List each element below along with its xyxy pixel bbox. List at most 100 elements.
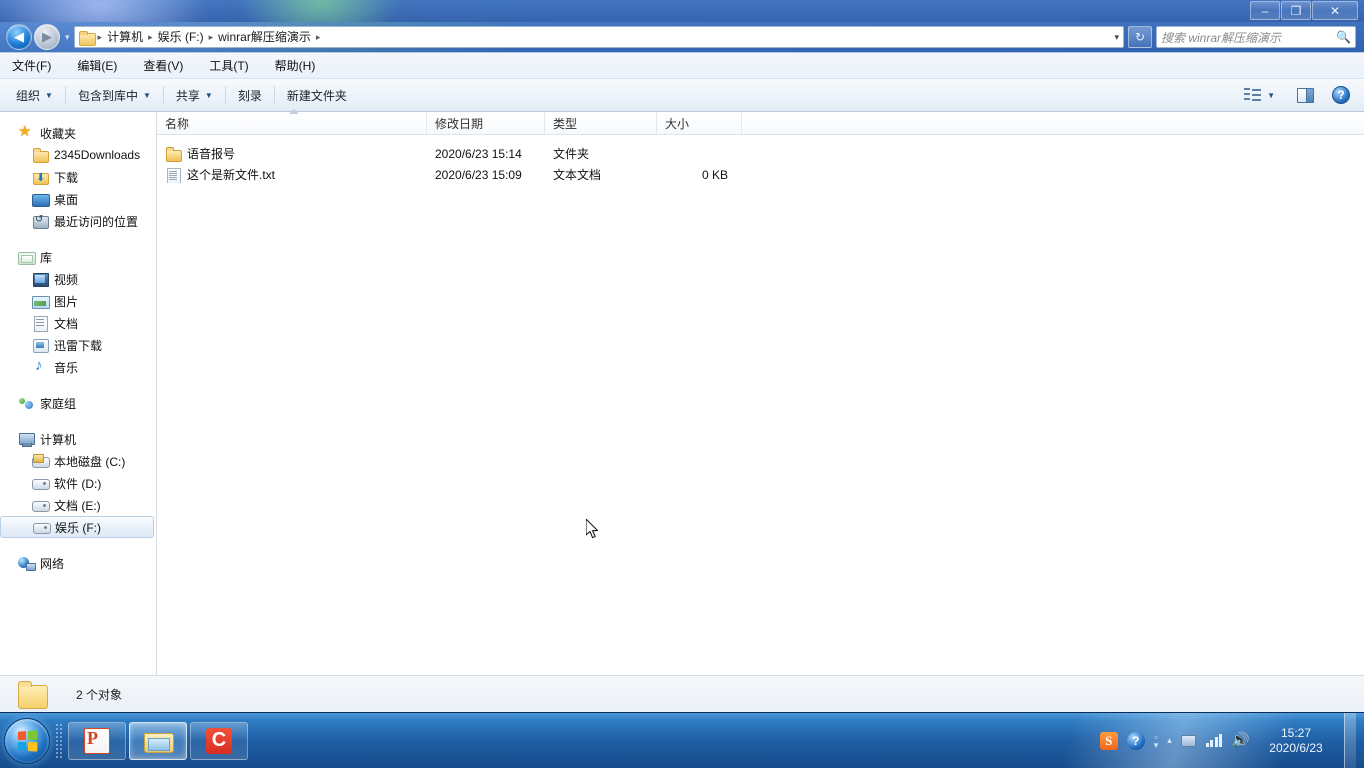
file-type-cell: 文件夹 <box>553 147 590 161</box>
file-size-cell: 0 KB <box>701 167 728 182</box>
ime-extra-icon[interactable]: ▫ ▾ <box>1154 732 1159 749</box>
sidebar-group-network[interactable]: 网络 <box>0 552 156 574</box>
sidebar-item-downloads[interactable]: 下载 <box>0 166 156 188</box>
sidebar-item-desktop[interactable]: 桌面 <box>0 188 156 210</box>
search-input[interactable]: 搜索 winrar解压缩演示 🔍 <box>1156 26 1356 48</box>
system-drive-icon <box>32 453 50 469</box>
help-icon[interactable]: ? <box>1126 731 1145 750</box>
sidebar-item-recent-places[interactable]: 最近访问的位置 <box>0 210 156 232</box>
breadcrumb[interactable]: ▸ 计算机 ▸ 娱乐 (F:) ▸ winrar解压缩演示 ▸ ▾ <box>73 26 1124 48</box>
file-name-cell[interactable]: 语音报号 <box>157 145 427 162</box>
taskbar-button-camtasia[interactable]: C <box>190 721 248 760</box>
sidebar-item-label: 音乐 <box>54 360 79 375</box>
menu-edit[interactable]: 编辑(E) <box>73 55 121 76</box>
file-list-pane[interactable]: 名称 修改日期 类型 大小 语音报号 2020/6/23 15:14 文件夹 这… <box>157 109 1364 675</box>
chevron-down-icon: ▼ <box>204 90 213 100</box>
sidebar-group-computer[interactable]: 计算机 <box>0 428 156 450</box>
sidebar-item-videos[interactable]: 视频 <box>0 268 156 290</box>
explorer-icon <box>144 729 174 753</box>
sidebar-item-drive-d[interactable]: 软件 (D:) <box>0 472 156 494</box>
help-icon[interactable]: ? <box>1332 86 1350 104</box>
network-tray-icon[interactable] <box>1180 733 1197 748</box>
start-orb[interactable] <box>4 717 50 764</box>
list-view-icon[interactable] <box>1244 88 1262 102</box>
forward-button[interactable]: ▶ <box>34 24 60 50</box>
clock-date: 2020/6/23 <box>1269 740 1323 755</box>
breadcrumb-item-folder[interactable]: winrar解压缩演示 <box>214 27 315 47</box>
sidebar-group-label: 库 <box>40 250 53 265</box>
homegroup-icon <box>18 395 34 411</box>
clock[interactable]: 15:27 2020/6/23 <box>1259 726 1329 756</box>
sidebar-item-drive-f[interactable]: 娱乐 (F:) <box>0 516 154 538</box>
sidebar-item-documents[interactable]: 文档 <box>0 312 156 334</box>
refresh-button[interactable]: ↻ <box>1128 26 1152 48</box>
recent-locations-chevron-icon[interactable]: ▾ <box>65 32 70 43</box>
column-header-name[interactable]: 名称 <box>157 109 427 134</box>
menu-tools[interactable]: 工具(T) <box>205 55 252 76</box>
sidebar-group-homegroup[interactable]: 家庭组 <box>0 392 156 414</box>
close-button[interactable]: ✕ <box>1312 1 1358 20</box>
volume-icon[interactable]: 🔊 <box>1231 733 1250 748</box>
sidebar-item-label: 视频 <box>54 272 79 287</box>
taskbar: C S ? ▫▾ ▴ 🔊 15:27 2020/6/23 <box>0 712 1364 768</box>
powerpoint-icon <box>84 727 110 754</box>
menu-file[interactable]: 文件(F) <box>8 55 55 76</box>
chevron-down-icon[interactable]: ▼ <box>1267 91 1275 100</box>
column-header-size[interactable]: 大小 <box>657 112 742 134</box>
file-type-cell: 文本文档 <box>553 168 602 182</box>
back-button[interactable]: ◀ <box>6 24 32 50</box>
sort-ascending-icon <box>289 109 299 114</box>
preview-pane-icon[interactable] <box>1297 87 1314 103</box>
show-desktop-button[interactable] <box>1344 712 1356 768</box>
xunlei-icon <box>32 337 49 353</box>
sidebar-group-favorites[interactable]: 收藏夹 <box>0 122 156 144</box>
menu-help[interactable]: 帮助(H) <box>271 55 320 76</box>
burn-button[interactable]: 刻录 <box>228 84 272 107</box>
taskbar-button-powerpoint[interactable] <box>68 721 126 760</box>
chevron-down-icon[interactable]: ▾ <box>1114 32 1119 43</box>
include-in-library-button[interactable]: 包含到库中 ▼ <box>68 84 161 107</box>
command-bar-right-group: ▼ ? <box>1244 86 1358 104</box>
organize-label: 组织 <box>16 88 41 103</box>
sidebar-item-drive-e[interactable]: 文档 (E:) <box>0 494 156 516</box>
taskbar-button-explorer[interactable] <box>129 721 187 760</box>
text-file-icon <box>165 167 181 183</box>
sidebar-item-2345downloads[interactable]: 2345Downloads <box>0 144 156 166</box>
windows-logo-icon <box>17 729 38 752</box>
show-hidden-icons-icon[interactable]: ▴ <box>1167 735 1172 746</box>
signal-bars-icon[interactable] <box>1205 734 1223 747</box>
window-body: 收藏夹 2345Downloads 下载 桌面 最近访问的位置 库 <box>0 109 1364 675</box>
file-name: 语音报号 <box>187 147 236 161</box>
table-row[interactable]: 这个是新文件.txt 2020/6/23 15:09 文本文档 0 KB <box>157 164 1364 185</box>
sidebar-item-pictures[interactable]: 图片 <box>0 290 156 312</box>
new-folder-button[interactable]: 新建文件夹 <box>277 84 357 107</box>
include-in-library-label: 包含到库中 <box>77 88 138 103</box>
sogou-ime-icon[interactable]: S <box>1099 731 1118 750</box>
status-text: 2 个对象 <box>76 687 123 702</box>
share-with-button[interactable]: 共享 ▼ <box>166 84 223 107</box>
sidebar-item-xunlei-downloads[interactable]: 迅雷下载 <box>0 334 156 356</box>
sidebar-group-libraries[interactable]: 库 <box>0 246 156 268</box>
sidebar-item-music[interactable]: 音乐 <box>0 356 156 378</box>
sidebar-item-label: 文档 (E:) <box>54 498 101 513</box>
navigation-pane[interactable]: 收藏夹 2345Downloads 下载 桌面 最近访问的位置 库 <box>0 112 157 675</box>
breadcrumb-item-drive[interactable]: 娱乐 (F:) <box>154 27 208 47</box>
maximize-button[interactable]: ❐ <box>1281 1 1311 20</box>
burn-label: 刻录 <box>237 88 262 103</box>
table-row[interactable]: 语音报号 2020/6/23 15:14 文件夹 <box>157 143 1364 164</box>
sidebar-item-drive-c[interactable]: 本地磁盘 (C:) <box>0 450 156 472</box>
minimize-button[interactable]: – <box>1250 1 1280 20</box>
computer-icon <box>18 431 35 447</box>
file-name-cell[interactable]: 这个是新文件.txt <box>157 166 427 183</box>
folder-icon <box>165 146 182 162</box>
column-header-type[interactable]: 类型 <box>545 112 657 134</box>
column-header-date-modified[interactable]: 修改日期 <box>427 112 545 134</box>
menu-bar: 文件(F) 编辑(E) 查看(V) 工具(T) 帮助(H) <box>0 52 1364 78</box>
breadcrumb-item-computer[interactable]: 计算机 <box>103 27 147 47</box>
search-placeholder: 搜索 winrar解压缩演示 <box>1161 30 1282 45</box>
sidebar-item-label: 娱乐 (F:) <box>55 520 101 535</box>
organize-button[interactable]: 组织 ▼ <box>6 84 63 107</box>
menu-view[interactable]: 查看(V) <box>139 55 187 76</box>
file-modified-cell: 2020/6/23 15:14 <box>435 146 522 161</box>
